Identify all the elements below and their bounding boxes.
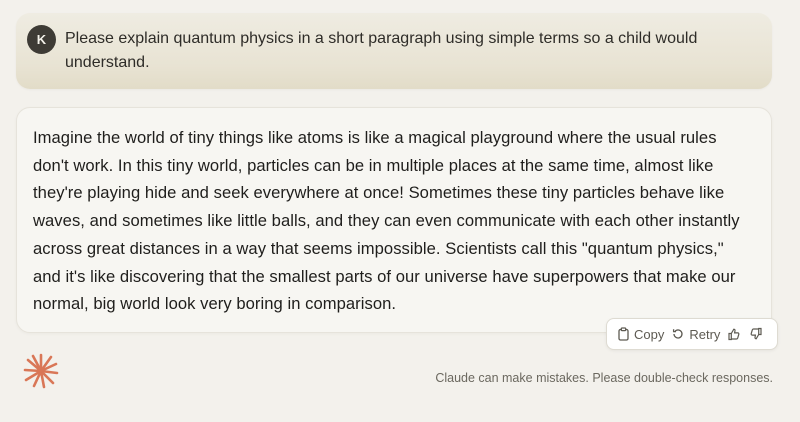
thumbs-down-icon[interactable] (748, 326, 764, 342)
user-avatar: K (27, 25, 56, 54)
copy-button[interactable]: Copy (615, 326, 664, 342)
assistant-message: Imagine the world of tiny things like at… (16, 107, 772, 333)
retry-button[interactable]: Retry (670, 326, 720, 342)
claude-starburst-icon (23, 353, 59, 389)
clipboard-icon (615, 326, 631, 342)
retry-label: Retry (689, 326, 721, 342)
user-message-text: Please explain quantum physics in a shor… (65, 30, 698, 71)
chat-page: K Please explain quantum physics in a sh… (0, 0, 800, 422)
user-message: K Please explain quantum physics in a sh… (16, 13, 772, 89)
copy-label: Copy (634, 326, 665, 342)
assistant-message-text: Imagine the world of tiny things like at… (33, 128, 740, 314)
thumbs-up-icon[interactable] (726, 326, 742, 342)
disclaimer-text: Claude can make mistakes. Please double-… (435, 371, 773, 385)
message-action-bar: Copy Retry (606, 318, 778, 350)
retry-icon (670, 326, 686, 342)
